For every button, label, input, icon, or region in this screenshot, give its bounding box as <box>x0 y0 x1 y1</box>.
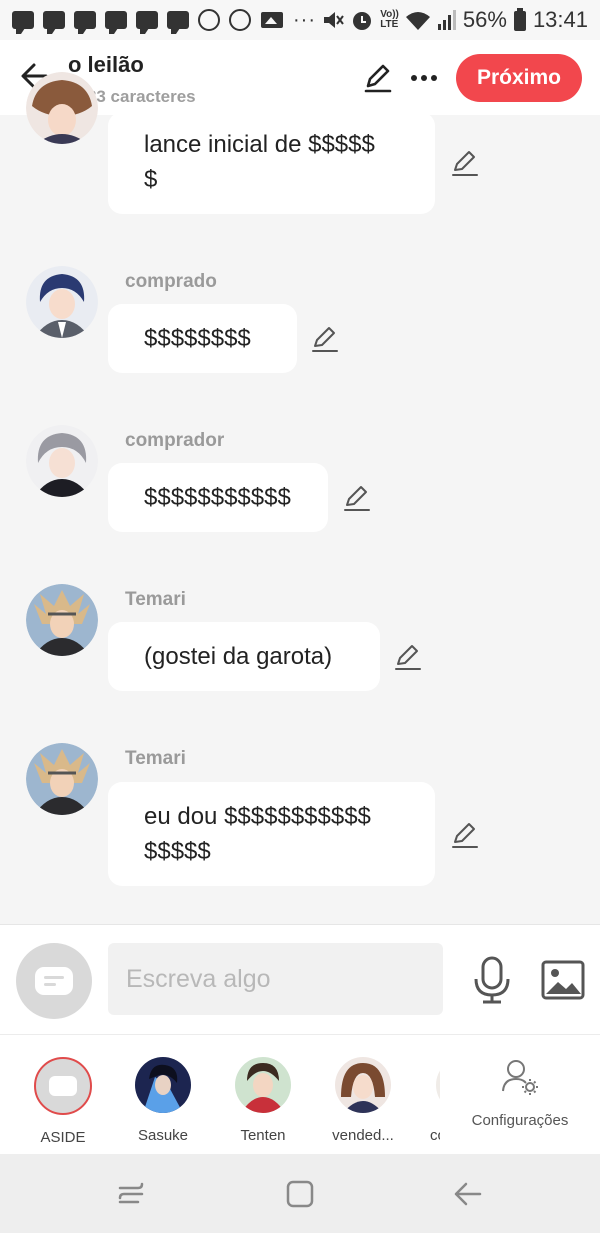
mute-icon <box>324 12 344 28</box>
character-aside[interactable]: ASIDE <box>18 1057 108 1146</box>
sender-name: comprado <box>125 271 217 292</box>
microphone-icon[interactable] <box>468 955 516 1005</box>
message-bubble[interactable]: $$$$$$$$$$$ <box>108 463 328 532</box>
clock: 13:41 <box>532 7 588 32</box>
avatar <box>135 1057 191 1113</box>
character-name: cc <box>430 1127 440 1144</box>
avatar[interactable] <box>26 743 98 815</box>
character-partial[interactable]: cc <box>418 1057 440 1144</box>
settings-label: Configurações <box>471 1112 569 1129</box>
aside-chat-icon <box>49 1076 77 1096</box>
pinterest-icon <box>229 9 251 31</box>
character-name: vended... <box>332 1127 394 1144</box>
avatar[interactable] <box>26 72 98 144</box>
message-bubble[interactable]: eu dou $$$$$$$$$$$ $$$$$ <box>108 782 435 886</box>
sender-name: Temari <box>125 748 186 769</box>
message-notification-icon <box>136 11 158 34</box>
settings-button[interactable]: Configurações <box>462 1057 578 1129</box>
wifi-icon <box>405 12 430 30</box>
alarm-icon <box>353 12 372 30</box>
avatar[interactable] <box>26 266 98 338</box>
character-selector: ASIDE Sasuke Tenten vended... cc Conf <box>0 1034 600 1154</box>
aside-chat-icon <box>35 967 73 995</box>
avatar <box>335 1057 391 1113</box>
signal-icon <box>437 10 456 30</box>
volte-indicator: Vo)) LTE <box>380 9 399 30</box>
message-bubble[interactable]: lance inicial de $$$$$ $ <box>108 112 435 214</box>
edit-message-icon[interactable] <box>450 148 480 178</box>
character-name: Tenten <box>240 1127 286 1144</box>
character-name: Sasuke <box>137 1127 189 1144</box>
home-icon[interactable] <box>280 1174 320 1214</box>
user-settings-icon <box>502 1060 538 1095</box>
more-notifications-icon: ··· <box>293 8 316 31</box>
sender-name: comprador <box>125 430 225 451</box>
message-composer <box>0 924 600 1034</box>
avatar[interactable] <box>26 425 98 497</box>
character-vendedor[interactable]: vended... <box>318 1057 408 1144</box>
message-notification-icon <box>43 11 65 34</box>
chat-editor-screen: ··· Vo)) LTE 56% 13:41 o leilão 1583 cara… <box>0 0 600 1233</box>
more-options-icon[interactable] <box>406 62 442 94</box>
message-notification-icon <box>74 11 96 34</box>
edit-message-icon[interactable] <box>342 483 372 513</box>
status-bar: ··· Vo)) LTE 56% 13:41 <box>0 0 600 40</box>
edit-pencil-icon[interactable] <box>362 62 394 94</box>
back-icon[interactable] <box>448 1174 488 1214</box>
message-notification-icon <box>105 11 127 34</box>
aside-toggle-button[interactable] <box>16 943 92 1019</box>
character-sasuke[interactable]: Sasuke <box>118 1057 208 1144</box>
avatar <box>436 1057 440 1113</box>
message-notification-icon <box>12 11 34 34</box>
edit-message-icon[interactable] <box>450 820 480 850</box>
battery-icon <box>513 8 526 31</box>
whatsapp-icon <box>198 9 220 31</box>
message-notification-icon <box>167 11 189 34</box>
character-name: ASIDE <box>40 1129 86 1146</box>
battery-percent: 56% <box>462 7 507 32</box>
message-input[interactable] <box>108 943 443 1015</box>
character-tenten[interactable]: Tenten <box>218 1057 308 1144</box>
message-bubble[interactable]: $$$$$$$$ <box>108 304 297 373</box>
system-navigation-bar <box>0 1154 600 1233</box>
recent-apps-icon[interactable] <box>112 1174 152 1214</box>
edit-message-icon[interactable] <box>393 642 423 672</box>
message-bubble[interactable]: (gostei da garota) <box>108 622 380 691</box>
avatar[interactable] <box>26 584 98 656</box>
gallery-notification-icon <box>261 12 283 28</box>
aside-avatar <box>34 1057 92 1115</box>
image-icon[interactable] <box>540 957 586 1003</box>
sender-name: Temari <box>125 589 186 610</box>
avatar <box>235 1057 291 1113</box>
story-title: o leilão <box>68 52 144 77</box>
edit-message-icon[interactable] <box>310 324 340 354</box>
next-button[interactable]: Próximo <box>456 54 582 102</box>
